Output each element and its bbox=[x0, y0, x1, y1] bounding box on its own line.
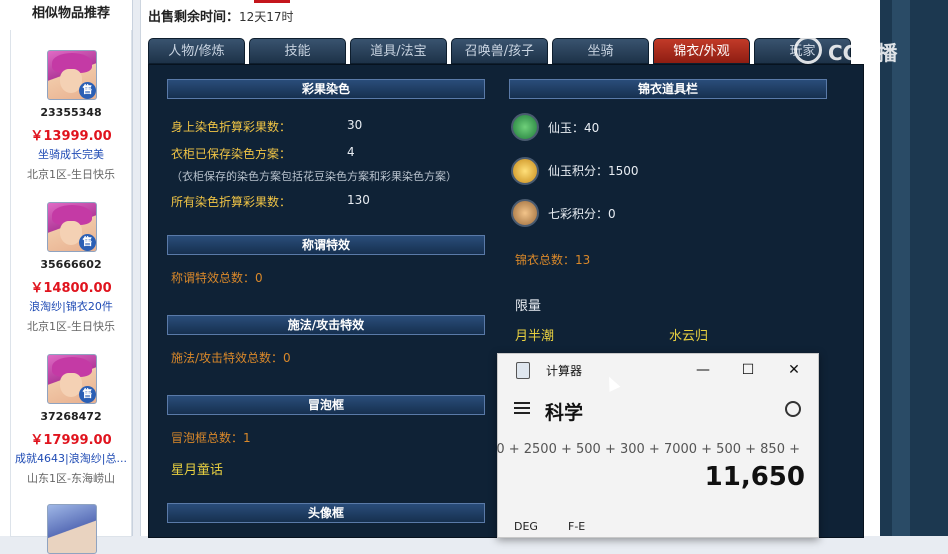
calculator-mode: 科学 bbox=[545, 402, 584, 424]
minimize-button[interactable]: — bbox=[680, 358, 726, 382]
dye-note: （衣柜保存的染色方案包括花豆染色方案和彩果染色方案） bbox=[171, 170, 457, 183]
item-id: 37268472 bbox=[40, 410, 102, 423]
dye-row-value: 30 bbox=[347, 118, 363, 132]
tab-items[interactable]: 道具/法宝 bbox=[350, 38, 447, 64]
costume-items-header: 锦衣道具栏 bbox=[509, 79, 827, 99]
tab-appearance[interactable]: 锦衣/外观 bbox=[653, 38, 750, 64]
jade-points-amount: 仙玉积分：1500 bbox=[548, 164, 639, 178]
item-id: 23355348 bbox=[40, 106, 102, 119]
similar-items-list: 售 23355348 ￥13999.00 坐骑成长完美 北京1区-生日快乐 售 … bbox=[10, 30, 132, 554]
dye-row-label: 所有染色折算彩果数： bbox=[171, 195, 292, 209]
rainbow-points-icon bbox=[511, 199, 539, 227]
bubble-frame-total: 冒泡框总数：1 bbox=[171, 431, 251, 445]
costume-item: 月半潮 bbox=[515, 329, 555, 344]
limited-label: 限量 bbox=[515, 299, 542, 314]
tab-skills[interactable]: 技能 bbox=[249, 38, 346, 64]
item-id: 35666602 bbox=[40, 258, 102, 271]
dye-row-value: 130 bbox=[347, 193, 370, 207]
watermark-text: CC直播 bbox=[828, 41, 898, 65]
red-tag-marker bbox=[254, 0, 290, 3]
spell-effect-total: 施法/攻击特效总数：0 bbox=[171, 351, 291, 365]
close-button[interactable]: ✕ bbox=[771, 358, 817, 382]
similar-items-sidebar: 相似物品推荐 售 23355348 ￥13999.00 坐骑成长完美 北京1区-… bbox=[0, 0, 133, 554]
calculator-title: 计算器 bbox=[546, 364, 583, 378]
calculator-expression: 0 + 2500 + 500 + 300 + 7000 + 500 + 850 … bbox=[496, 442, 800, 457]
costume-item: 水云归 bbox=[669, 329, 709, 344]
bubble-frame-header: 冒泡框 bbox=[167, 395, 485, 415]
page-right-strip bbox=[880, 0, 948, 536]
cc-logo-icon bbox=[794, 36, 822, 64]
title-effect-header: 称谓特效 bbox=[167, 235, 485, 255]
dye-section-header: 彩果染色 bbox=[167, 79, 485, 99]
avatar-frame-header: 头像框 bbox=[167, 503, 485, 523]
menu-icon[interactable] bbox=[514, 402, 530, 414]
rainbow-points-amount: 七彩积分：0 bbox=[548, 207, 616, 221]
dye-row-label: 衣柜已保存染色方案： bbox=[171, 147, 292, 161]
tab-character[interactable]: 人物/修炼 bbox=[148, 38, 245, 64]
sale-time-value: 12天17时 bbox=[239, 10, 294, 24]
jade-points-icon bbox=[511, 157, 539, 185]
fe-button[interactable]: F-E bbox=[568, 520, 585, 533]
sale-badge: 售 bbox=[79, 82, 96, 99]
history-icon[interactable] bbox=[785, 401, 801, 417]
tab-mounts[interactable]: 坐骑 bbox=[552, 38, 649, 64]
item-server: 北京1区-生日快乐 bbox=[27, 320, 115, 333]
sidebar-title: 相似物品推荐 bbox=[31, 6, 110, 21]
deg-button[interactable]: DEG bbox=[514, 520, 538, 533]
spell-effect-header: 施法/攻击特效 bbox=[167, 315, 485, 335]
page-scroll-strip[interactable] bbox=[892, 0, 910, 536]
cc-live-watermark: CC直播 bbox=[794, 34, 924, 68]
title-effect-total: 称谓特效总数：0 bbox=[171, 271, 263, 285]
item-server: 山东1区-东海崂山 bbox=[27, 472, 115, 485]
calculator-result: 11,650 bbox=[704, 462, 805, 492]
calculator-app-icon bbox=[516, 362, 530, 379]
character-avatar[interactable]: 售 bbox=[47, 50, 97, 100]
item-price: ￥14800.00 bbox=[30, 281, 112, 296]
calculator-window[interactable]: 计算器 — ☐ ✕ 科学 0 + 2500 + 500 + 300 + 7000… bbox=[496, 353, 819, 538]
item-server: 北京1区-生日快乐 bbox=[27, 168, 115, 181]
item-price: ￥13999.00 bbox=[30, 129, 112, 144]
sale-badge: 售 bbox=[79, 386, 96, 403]
item-desc-link[interactable]: 浪淘纱|锦衣20件 bbox=[5, 298, 137, 314]
detail-tabs: 人物/修炼 技能 道具/法宝 召唤兽/孩子 坐骑 锦衣/外观 玩家 bbox=[148, 38, 880, 64]
maximize-button[interactable]: ☐ bbox=[725, 358, 771, 382]
dye-row-value: 4 bbox=[347, 145, 355, 159]
character-avatar[interactable] bbox=[47, 504, 97, 554]
item-desc-link[interactable]: 坐骑成长完美 bbox=[5, 146, 137, 162]
character-avatar[interactable]: 售 bbox=[47, 202, 97, 252]
jade-amount: 仙玉：40 bbox=[548, 121, 600, 135]
item-price: ￥17999.00 bbox=[30, 433, 112, 448]
item-desc-link[interactable]: 成就4643|浪淘纱|总... bbox=[5, 450, 137, 466]
costume-total: 锦衣总数：13 bbox=[515, 253, 591, 267]
sale-badge: 售 bbox=[79, 234, 96, 251]
bubble-frame-item: 星月童话 bbox=[171, 463, 224, 478]
sale-time-label: 出售剩余时间： bbox=[148, 10, 240, 25]
tab-pets[interactable]: 召唤兽/孩子 bbox=[451, 38, 548, 64]
sale-time-row: 出售剩余时间：12天17时 bbox=[148, 6, 294, 26]
jade-icon bbox=[511, 113, 539, 141]
dye-row-label: 身上染色折算彩果数： bbox=[171, 120, 292, 134]
character-avatar[interactable]: 售 bbox=[47, 354, 97, 404]
